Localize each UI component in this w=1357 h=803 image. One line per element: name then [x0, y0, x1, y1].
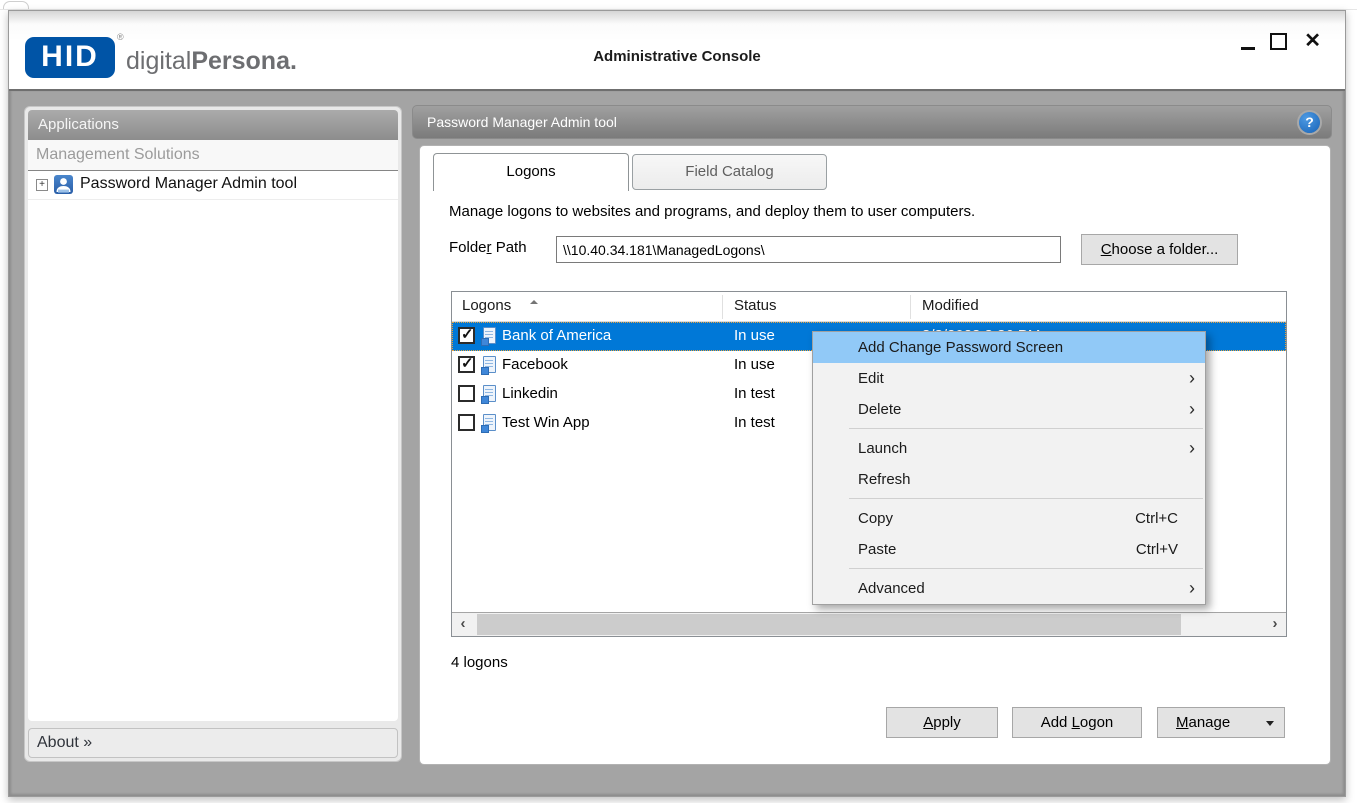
logon-status: In test	[734, 385, 775, 402]
logon-name: Bank of America	[502, 327, 611, 344]
submenu-arrow-icon: ›	[1189, 573, 1195, 604]
menu-item-label: Advanced	[858, 580, 925, 597]
folder-label-pre: Folde	[449, 239, 487, 256]
addlogon-post: ogon	[1080, 714, 1113, 731]
logon-document-icon	[483, 414, 496, 431]
addlogon-mnemonic: L	[1072, 714, 1080, 731]
logon-name: Linkedin	[502, 385, 558, 402]
window-controls: ✕	[1217, 25, 1327, 59]
logon-count-summary: 4 logons	[451, 654, 508, 671]
window-title: Administrative Console	[9, 48, 1345, 65]
horizontal-scrollbar[interactable]: ‹ ›	[452, 612, 1286, 636]
choose-btn-mnemonic: C	[1101, 241, 1112, 258]
menu-shortcut: Ctrl+C	[1135, 503, 1178, 534]
logon-name: Test Win App	[502, 414, 590, 431]
logon-name: Facebook	[502, 356, 568, 373]
checkmark-icon: ✓	[461, 325, 474, 343]
management-solutions-group: Management Solutions	[28, 140, 398, 171]
screen: HID ® digitalPersona. Administrative Con…	[0, 0, 1357, 803]
menu-item-launch[interactable]: Launch ›	[813, 433, 1205, 464]
folder-path-input[interactable]	[556, 236, 1061, 263]
sidebar-item-password-manager-admin-tool[interactable]: + Password Manager Admin tool	[28, 171, 398, 200]
about-button[interactable]: About »	[28, 728, 398, 758]
manage-button[interactable]: Manage	[1157, 707, 1285, 738]
tool-header-title: Password Manager Admin tool	[427, 114, 617, 130]
add-logon-button[interactable]: Add Logon	[1012, 707, 1142, 738]
apply-button[interactable]: Apply	[886, 707, 998, 738]
tree-item-label: Password Manager Admin tool	[80, 175, 297, 193]
titlebar: HID ® digitalPersona. Administrative Con…	[9, 11, 1345, 89]
registered-mark-icon: ®	[117, 32, 124, 42]
choose-btn-post: hoose a folder...	[1112, 241, 1219, 258]
scrollbar-thumb[interactable]	[477, 614, 1181, 635]
tree-expand-icon[interactable]: +	[36, 179, 48, 191]
menu-item-label: Delete	[858, 401, 901, 418]
logon-document-icon	[483, 385, 496, 402]
menu-item-label: Paste	[858, 541, 896, 558]
checkbox-checked[interactable]: ✓	[458, 356, 475, 373]
maximize-button[interactable]	[1270, 33, 1287, 50]
close-button[interactable]: ✕	[1304, 28, 1321, 53]
apply-post: pply	[933, 714, 961, 731]
tab-field-catalog[interactable]: Field Catalog	[632, 154, 827, 190]
logon-status: In use	[734, 327, 775, 344]
manage-post: anage	[1189, 714, 1231, 731]
submenu-arrow-icon: ›	[1189, 363, 1195, 394]
menu-item-refresh[interactable]: Refresh	[813, 464, 1205, 495]
folder-label-post: Path	[492, 239, 527, 256]
logon-document-icon	[483, 356, 496, 373]
logon-document-icon	[483, 327, 496, 344]
menu-shortcut: Ctrl+V	[1136, 534, 1178, 565]
user-icon	[54, 175, 73, 194]
menu-item-add-change-password-screen[interactable]: Add Change Password Screen	[813, 332, 1205, 363]
sort-ascending-icon	[530, 300, 538, 304]
context-menu: Add Change Password Screen Edit › Delete…	[812, 331, 1206, 605]
addlogon-pre: Add	[1041, 714, 1072, 731]
submenu-arrow-icon: ›	[1189, 394, 1195, 425]
column-divider	[722, 295, 723, 319]
sidebar-header: Applications	[28, 110, 398, 140]
column-header-logons[interactable]: Logons	[462, 297, 511, 314]
menu-item-copy[interactable]: Copy Ctrl+C	[813, 503, 1205, 534]
menu-item-label: Copy	[858, 510, 893, 527]
menu-item-label: Refresh	[858, 471, 911, 488]
column-divider	[910, 295, 911, 319]
column-header-modified[interactable]: Modified	[922, 297, 979, 314]
checkbox-unchecked[interactable]	[458, 414, 475, 431]
applications-sidebar: Applications Management Solutions + Pass…	[24, 106, 402, 762]
folder-path-label: Folder Path	[449, 239, 527, 256]
menu-separator	[813, 565, 1205, 573]
menu-item-paste[interactable]: Paste Ctrl+V	[813, 534, 1205, 565]
logon-status: In test	[734, 414, 775, 431]
menu-item-label: Edit	[858, 370, 884, 387]
checkbox-checked[interactable]: ✓	[458, 327, 475, 344]
page-description: Manage logons to websites and programs, …	[449, 203, 975, 220]
menu-separator	[813, 495, 1205, 503]
logon-status: In use	[734, 356, 775, 373]
choose-folder-button[interactable]: Choose a folder...	[1081, 234, 1238, 265]
checkbox-unchecked[interactable]	[458, 385, 475, 402]
submenu-arrow-icon: ›	[1189, 433, 1195, 464]
scroll-right-icon[interactable]: ›	[1264, 613, 1286, 636]
apply-mnemonic: A	[923, 714, 933, 731]
menu-item-delete[interactable]: Delete ›	[813, 394, 1205, 425]
menu-separator	[813, 425, 1205, 433]
checkmark-icon: ✓	[461, 354, 474, 372]
menu-item-edit[interactable]: Edit ›	[813, 363, 1205, 394]
column-header-status[interactable]: Status	[734, 297, 777, 314]
menu-item-label: Launch	[858, 440, 907, 457]
menu-item-label: Add Change Password Screen	[858, 339, 1063, 356]
sidebar-body: Management Solutions + Password Manager …	[28, 140, 398, 721]
minimize-button[interactable]	[1241, 47, 1255, 50]
tool-header: Password Manager Admin tool ?	[412, 105, 1332, 139]
menu-item-advanced[interactable]: Advanced ›	[813, 573, 1205, 604]
manage-mnemonic: M	[1176, 714, 1189, 731]
scroll-left-icon[interactable]: ‹	[452, 613, 474, 636]
dropdown-arrow-icon	[1266, 721, 1274, 726]
tab-logons[interactable]: Logons	[433, 153, 629, 191]
help-icon[interactable]: ?	[1299, 112, 1320, 133]
table-header: Logons Status Modified	[452, 292, 1286, 322]
